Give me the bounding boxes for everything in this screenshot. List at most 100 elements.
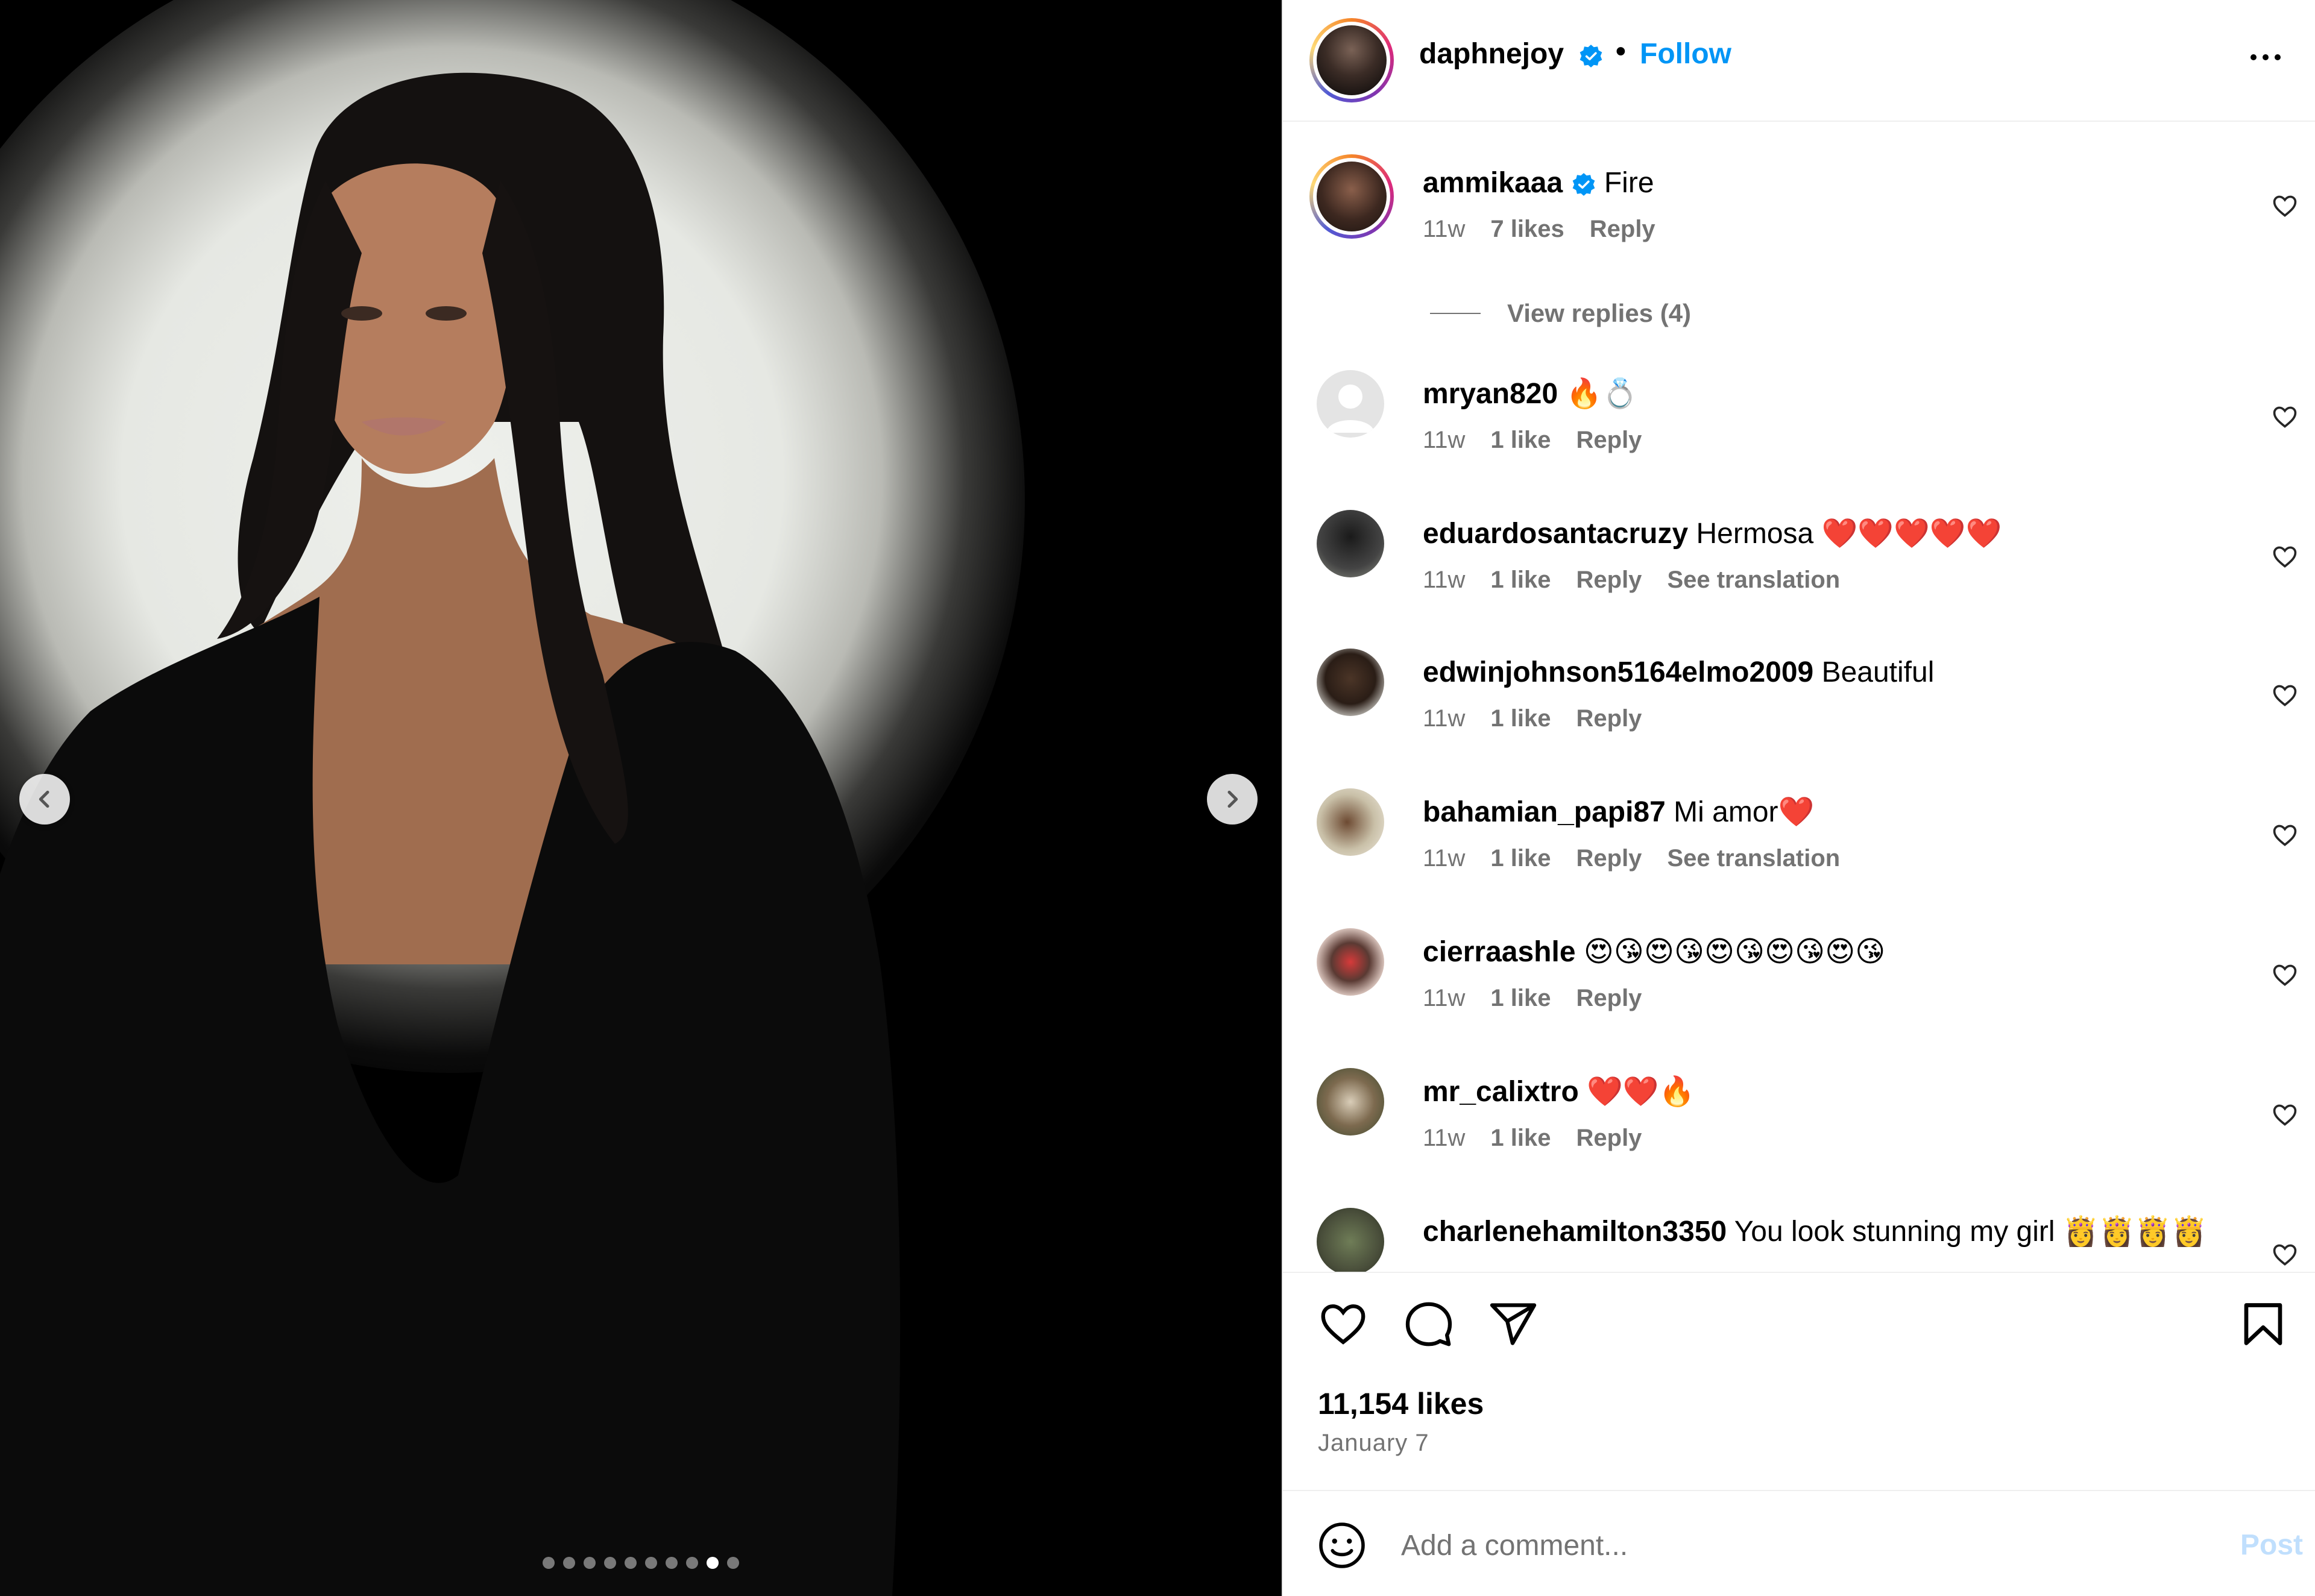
comment-like-icon[interactable] bbox=[2272, 962, 2298, 988]
carousel-dot bbox=[543, 1557, 555, 1569]
reply-button[interactable]: Reply bbox=[1576, 567, 1642, 594]
see-translation-button[interactable]: See translation bbox=[1667, 567, 1840, 594]
comment-likes[interactable]: 1 like bbox=[1490, 845, 1551, 872]
replies-divider bbox=[1430, 313, 1481, 314]
carousel-dot bbox=[707, 1557, 719, 1569]
comment-like-icon[interactable] bbox=[2272, 1242, 2298, 1268]
post-date[interactable]: January 7 bbox=[1318, 1430, 1429, 1457]
reply-button[interactable]: Reply bbox=[1576, 845, 1642, 872]
comment-item: mr_calixtro ❤️❤️🔥 11w 1 like Reply bbox=[1283, 1068, 2315, 1195]
next-slide-button[interactable] bbox=[1207, 774, 1258, 825]
comment-like-icon[interactable] bbox=[2272, 682, 2298, 709]
comment-time: 11w bbox=[1423, 427, 1466, 453]
header-separator: • bbox=[1616, 36, 1626, 68]
comment-item: cierraashle 😍😘😍😘😍😘😍😘😍😘 11w 1 like Reply bbox=[1283, 928, 2315, 1055]
carousel-dot bbox=[584, 1557, 596, 1569]
author-username[interactable]: daphnejoy bbox=[1419, 37, 1564, 71]
comment-text: 😍😘😍😘😍😘😍😘😍😘 bbox=[1583, 936, 1886, 968]
reply-button[interactable]: Reply bbox=[1590, 216, 1655, 243]
comment-like-icon[interactable] bbox=[2272, 193, 2298, 219]
comment-icon[interactable] bbox=[1403, 1299, 1454, 1349]
comment-likes[interactable]: 1 like bbox=[1490, 1125, 1551, 1152]
send-icon[interactable] bbox=[1488, 1299, 1539, 1349]
comment-likes[interactable]: 1 like bbox=[1490, 705, 1551, 732]
post-photo bbox=[0, 72, 901, 1596]
comment-avatar[interactable] bbox=[1317, 370, 1384, 438]
comment-time: 11w bbox=[1423, 216, 1466, 242]
comment-item: charlenehamilton3350 You look stunning m… bbox=[1283, 1208, 2315, 1272]
author-avatar[interactable] bbox=[1309, 18, 1394, 102]
carousel-dot bbox=[604, 1557, 616, 1569]
heart-icon[interactable] bbox=[1318, 1299, 1369, 1349]
view-replies-button[interactable]: View replies (4) bbox=[1430, 299, 1691, 328]
comment-username[interactable]: charlenehamilton3350 bbox=[1423, 1216, 1727, 1248]
comment-avatar[interactable] bbox=[1317, 649, 1384, 716]
comment-time: 11w bbox=[1423, 567, 1466, 593]
comment-text: Fire bbox=[1604, 167, 1654, 199]
post-media[interactable] bbox=[0, 0, 1282, 1596]
comment-item: bahamian_papi87 Mi amor❤️ 11w 1 like Reply S… bbox=[1283, 788, 2315, 915]
likes-count[interactable]: 11,154 likes bbox=[1318, 1386, 1484, 1421]
follow-button[interactable]: Follow bbox=[1640, 37, 1731, 71]
carousel-dot bbox=[727, 1557, 739, 1569]
comment-item: edwinjohnson5164elmo2009 Beautiful 11w 1 l… bbox=[1283, 649, 2315, 775]
comment-like-icon[interactable] bbox=[2272, 544, 2298, 570]
comment-username[interactable]: ammikaaa bbox=[1423, 167, 1563, 199]
comment-likes[interactable]: 1 like bbox=[1490, 567, 1551, 594]
comment-like-icon[interactable] bbox=[2272, 1102, 2298, 1128]
add-comment-bar: Post bbox=[1283, 1490, 2315, 1596]
comment-likes[interactable]: 1 like bbox=[1490, 985, 1551, 1012]
emoji-icon[interactable] bbox=[1317, 1520, 1367, 1571]
carousel-dot bbox=[686, 1557, 698, 1569]
post-header: daphnejoy • Follow bbox=[1283, 0, 2315, 122]
carousel-dot bbox=[625, 1557, 637, 1569]
comment-item: eduardosantacruzy Hermosa ❤️❤️❤️❤️❤️ 11w 1… bbox=[1283, 510, 2315, 636]
comment-username[interactable]: mryan820 bbox=[1423, 378, 1558, 410]
post-sidebar: daphnejoy • Follow ammikaaa Fire 11w 7 lik… bbox=[1282, 0, 2315, 1596]
comments-list: ammikaaa Fire 11w 7 likes Reply mryan820 🔥💍 1… bbox=[1283, 123, 2315, 1272]
comment-username[interactable]: cierraashle bbox=[1423, 936, 1576, 968]
previous-slide-button[interactable] bbox=[19, 774, 70, 825]
comment-likes[interactable]: 7 likes bbox=[1490, 216, 1564, 243]
reply-button[interactable]: Reply bbox=[1576, 427, 1642, 454]
comment-username[interactable]: mr_calixtro bbox=[1423, 1076, 1579, 1108]
post-comment-button[interactable]: Post bbox=[2240, 1528, 2303, 1562]
see-translation-button[interactable]: See translation bbox=[1667, 845, 1840, 872]
carousel-indicator bbox=[0, 1554, 1282, 1572]
comment-avatar[interactable] bbox=[1317, 1068, 1384, 1136]
more-options-button[interactable] bbox=[2241, 48, 2290, 66]
reply-button[interactable]: Reply bbox=[1576, 705, 1642, 732]
comment-avatar[interactable] bbox=[1317, 928, 1384, 996]
reply-button[interactable]: Reply bbox=[1576, 985, 1642, 1012]
comment-username[interactable]: eduardosantacruzy bbox=[1423, 518, 1688, 550]
comment-item: ammikaaa Fire 11w 7 likes Reply bbox=[1283, 154, 2315, 286]
comment-avatar[interactable] bbox=[1317, 788, 1384, 856]
comment-text: Mi amor❤️ bbox=[1674, 796, 1815, 828]
chevron-right-icon bbox=[1227, 790, 1238, 808]
comment-time: 11w bbox=[1423, 1125, 1466, 1151]
comment-text: Beautiful bbox=[1821, 656, 1935, 688]
bookmark-icon[interactable] bbox=[2238, 1299, 2288, 1349]
carousel-dot bbox=[666, 1557, 678, 1569]
carousel-dot bbox=[563, 1557, 575, 1569]
comment-username[interactable]: bahamian_papi87 bbox=[1423, 796, 1666, 828]
comment-input[interactable] bbox=[1401, 1521, 2185, 1569]
comment-like-icon[interactable] bbox=[2272, 404, 2298, 430]
comment-text: 🔥💍 bbox=[1566, 378, 1639, 410]
verified-badge-icon bbox=[1580, 45, 1602, 68]
comment-avatar[interactable] bbox=[1317, 1208, 1384, 1272]
comment-text: Hermosa ❤️❤️❤️❤️❤️ bbox=[1696, 518, 2002, 550]
comment-text: You look stunning my girl 👸👸👸👸 bbox=[1734, 1216, 2207, 1248]
comment-text: ❤️❤️🔥 bbox=[1587, 1076, 1695, 1108]
carousel-dot bbox=[645, 1557, 657, 1569]
comment-username[interactable]: edwinjohnson5164elmo2009 bbox=[1423, 656, 1813, 688]
reply-button[interactable]: Reply bbox=[1576, 1125, 1642, 1152]
comment-time: 11w bbox=[1423, 845, 1466, 872]
comment-avatar[interactable] bbox=[1317, 510, 1384, 577]
comment-likes[interactable]: 1 like bbox=[1490, 427, 1551, 454]
comment-like-icon[interactable] bbox=[2272, 822, 2298, 849]
comment-time: 11w bbox=[1423, 985, 1466, 1011]
chevron-left-icon bbox=[39, 790, 49, 808]
comment-avatar[interactable] bbox=[1309, 154, 1394, 239]
comment-time: 11w bbox=[1423, 705, 1466, 732]
